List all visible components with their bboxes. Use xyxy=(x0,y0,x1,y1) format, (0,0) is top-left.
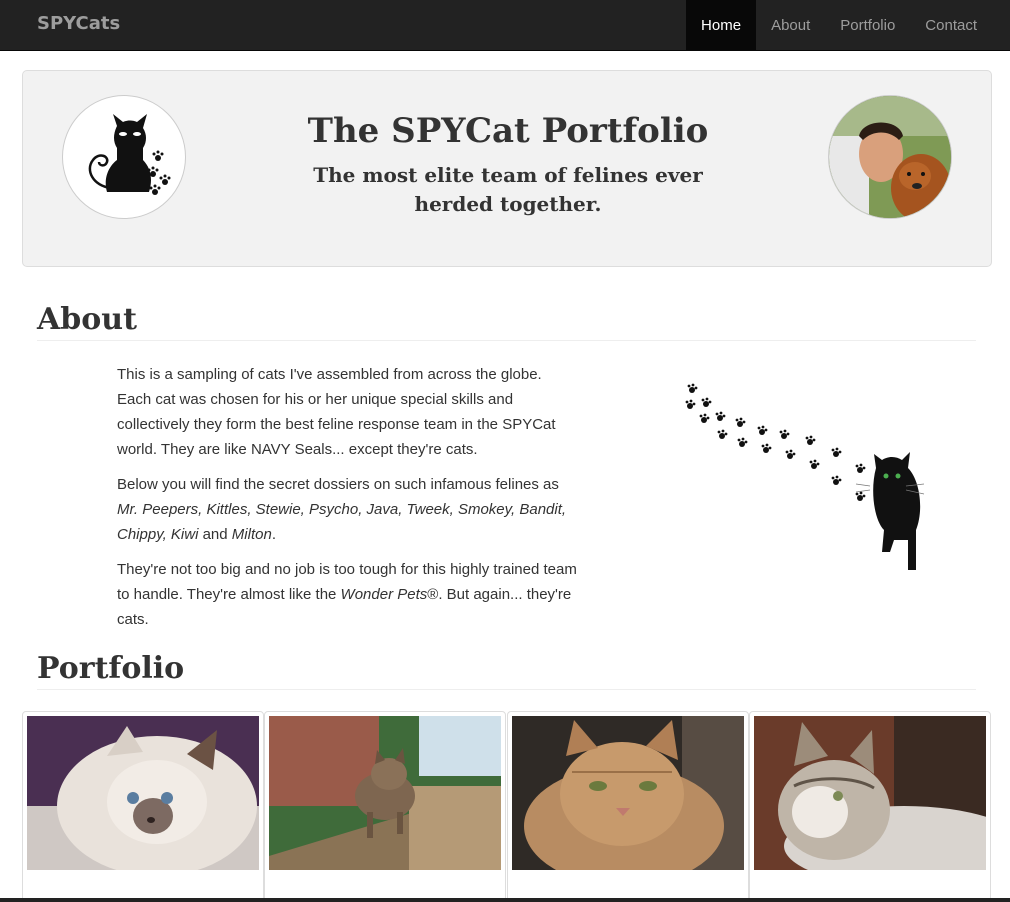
nav-home-link[interactable]: Home xyxy=(686,0,757,50)
about-heading: About xyxy=(37,302,137,337)
navbar: SPYCats Home About Portfolio Contact xyxy=(0,0,1010,51)
nav-about-link[interactable]: About xyxy=(756,0,825,50)
about-p2-end: . xyxy=(271,526,276,543)
about-paragraph-1: This is a sampling of cats I've assemble… xyxy=(117,366,556,458)
about-paragraph-2: Below you will find the secret dossiers … xyxy=(117,472,579,547)
bottom-edge-bar xyxy=(0,898,1010,902)
about-p3-wonder-pets: Wonder Pets xyxy=(340,586,428,603)
about-divider xyxy=(37,340,976,341)
portfolio-card[interactable] xyxy=(22,711,264,902)
about-p2-cat-names: Mr. Peepers, Kittles, Stewie, Psycho, Ja… xyxy=(117,501,567,543)
brand-link[interactable]: SPYCats xyxy=(37,13,120,34)
page-title: The SPYCat Portfolio xyxy=(307,111,709,151)
owner-photo-avatar xyxy=(828,95,952,219)
nav-contact-link[interactable]: Contact xyxy=(910,0,992,50)
portfolio-card[interactable] xyxy=(749,711,991,902)
portfolio-card[interactable] xyxy=(264,711,506,902)
header-jumbotron: The SPYCat Portfolio The most elite team… xyxy=(22,70,992,267)
about-paragraph-3: They're not too big and no job is too to… xyxy=(117,557,579,632)
about-p2-and: and xyxy=(198,526,232,543)
cat-photo-3 xyxy=(512,716,744,870)
cat-photo-1 xyxy=(27,716,259,870)
paw-prints-cat-illustration xyxy=(680,380,940,580)
about-text: This is a sampling of cats I've assemble… xyxy=(117,362,579,642)
cat-photo-4 xyxy=(754,716,986,870)
cat-photo-2 xyxy=(269,716,501,870)
portfolio-divider xyxy=(37,689,976,690)
about-p2-last-name: Milton xyxy=(231,526,272,543)
portfolio-card[interactable] xyxy=(507,711,749,902)
portfolio-grid xyxy=(22,711,992,902)
nav-menu: Home About Portfolio Contact xyxy=(686,0,992,50)
nav-portfolio-link[interactable]: Portfolio xyxy=(825,0,910,50)
cat-logo-avatar xyxy=(62,95,186,219)
about-p2-intro: Below you will find the secret dossiers … xyxy=(117,476,559,493)
portfolio-heading: Portfolio xyxy=(37,651,185,686)
page-subtitle: The most elite team of felines ever herd… xyxy=(313,163,703,216)
